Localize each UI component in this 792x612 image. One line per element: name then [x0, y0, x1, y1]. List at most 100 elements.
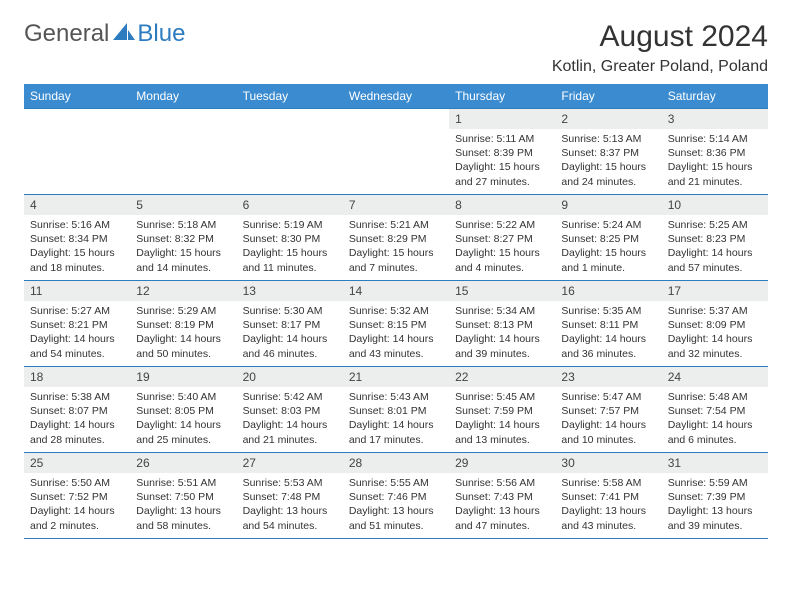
weekday-header: Saturday	[662, 84, 768, 109]
calendar-cell: 21Sunrise: 5:43 AMSunset: 8:01 PMDayligh…	[343, 367, 449, 453]
day-number: 12	[130, 281, 236, 301]
day-number: 6	[237, 195, 343, 215]
calendar-cell: 19Sunrise: 5:40 AMSunset: 8:05 PMDayligh…	[130, 367, 236, 453]
calendar-cell: 5Sunrise: 5:18 AMSunset: 8:32 PMDaylight…	[130, 195, 236, 281]
calendar-cell: 10Sunrise: 5:25 AMSunset: 8:23 PMDayligh…	[662, 195, 768, 281]
day-number: 27	[237, 453, 343, 473]
day-info: Sunrise: 5:51 AMSunset: 7:50 PMDaylight:…	[130, 473, 236, 537]
calendar-cell: 23Sunrise: 5:47 AMSunset: 7:57 PMDayligh…	[555, 367, 661, 453]
calendar-cell: 26Sunrise: 5:51 AMSunset: 7:50 PMDayligh…	[130, 453, 236, 539]
day-info: Sunrise: 5:16 AMSunset: 8:34 PMDaylight:…	[24, 215, 130, 279]
day-number: 8	[449, 195, 555, 215]
day-number: 30	[555, 453, 661, 473]
day-info: Sunrise: 5:48 AMSunset: 7:54 PMDaylight:…	[662, 387, 768, 451]
logo-text-blue: Blue	[137, 20, 185, 48]
calendar-cell: ..	[237, 109, 343, 195]
calendar-cell: 27Sunrise: 5:53 AMSunset: 7:48 PMDayligh…	[237, 453, 343, 539]
logo: General Blue	[24, 20, 185, 48]
day-info: Sunrise: 5:22 AMSunset: 8:27 PMDaylight:…	[449, 215, 555, 279]
day-info: Sunrise: 5:21 AMSunset: 8:29 PMDaylight:…	[343, 215, 449, 279]
day-info: Sunrise: 5:42 AMSunset: 8:03 PMDaylight:…	[237, 387, 343, 451]
day-info: Sunrise: 5:56 AMSunset: 7:43 PMDaylight:…	[449, 473, 555, 537]
calendar-head: SundayMondayTuesdayWednesdayThursdayFrid…	[24, 84, 768, 109]
day-number: 19	[130, 367, 236, 387]
calendar-body: ........1Sunrise: 5:11 AMSunset: 8:39 PM…	[24, 109, 768, 539]
day-info: Sunrise: 5:25 AMSunset: 8:23 PMDaylight:…	[662, 215, 768, 279]
day-number: 25	[24, 453, 130, 473]
calendar-cell: 6Sunrise: 5:19 AMSunset: 8:30 PMDaylight…	[237, 195, 343, 281]
calendar-cell: 31Sunrise: 5:59 AMSunset: 7:39 PMDayligh…	[662, 453, 768, 539]
day-number: 14	[343, 281, 449, 301]
day-number: 9	[555, 195, 661, 215]
day-info: Sunrise: 5:30 AMSunset: 8:17 PMDaylight:…	[237, 301, 343, 365]
calendar-cell: 9Sunrise: 5:24 AMSunset: 8:25 PMDaylight…	[555, 195, 661, 281]
day-info: Sunrise: 5:50 AMSunset: 7:52 PMDaylight:…	[24, 473, 130, 537]
day-number: 5	[130, 195, 236, 215]
day-info: Sunrise: 5:58 AMSunset: 7:41 PMDaylight:…	[555, 473, 661, 537]
day-number: 18	[24, 367, 130, 387]
calendar-cell: 7Sunrise: 5:21 AMSunset: 8:29 PMDaylight…	[343, 195, 449, 281]
day-number: 26	[130, 453, 236, 473]
calendar-cell: 18Sunrise: 5:38 AMSunset: 8:07 PMDayligh…	[24, 367, 130, 453]
day-info: Sunrise: 5:37 AMSunset: 8:09 PMDaylight:…	[662, 301, 768, 365]
month-title: August 2024	[552, 20, 768, 54]
calendar-cell: 24Sunrise: 5:48 AMSunset: 7:54 PMDayligh…	[662, 367, 768, 453]
day-info: Sunrise: 5:19 AMSunset: 8:30 PMDaylight:…	[237, 215, 343, 279]
calendar-cell: 11Sunrise: 5:27 AMSunset: 8:21 PMDayligh…	[24, 281, 130, 367]
day-info: Sunrise: 5:59 AMSunset: 7:39 PMDaylight:…	[662, 473, 768, 537]
header: General Blue August 2024 Kotlin, Greater…	[24, 20, 768, 76]
day-number: 21	[343, 367, 449, 387]
day-info: Sunrise: 5:11 AMSunset: 8:39 PMDaylight:…	[449, 129, 555, 193]
day-number: 31	[662, 453, 768, 473]
day-number: 28	[343, 453, 449, 473]
weekday-header: Monday	[130, 84, 236, 109]
day-info: Sunrise: 5:35 AMSunset: 8:11 PMDaylight:…	[555, 301, 661, 365]
day-info: Sunrise: 5:32 AMSunset: 8:15 PMDaylight:…	[343, 301, 449, 365]
day-info: Sunrise: 5:34 AMSunset: 8:13 PMDaylight:…	[449, 301, 555, 365]
day-number: 29	[449, 453, 555, 473]
day-number: 13	[237, 281, 343, 301]
day-info: Sunrise: 5:14 AMSunset: 8:36 PMDaylight:…	[662, 129, 768, 193]
calendar-cell: 28Sunrise: 5:55 AMSunset: 7:46 PMDayligh…	[343, 453, 449, 539]
day-info: Sunrise: 5:24 AMSunset: 8:25 PMDaylight:…	[555, 215, 661, 279]
calendar-cell: 15Sunrise: 5:34 AMSunset: 8:13 PMDayligh…	[449, 281, 555, 367]
day-number: 22	[449, 367, 555, 387]
calendar-cell: 2Sunrise: 5:13 AMSunset: 8:37 PMDaylight…	[555, 109, 661, 195]
day-number: 1	[449, 109, 555, 129]
calendar-cell: ..	[343, 109, 449, 195]
logo-text-general: General	[24, 20, 109, 48]
day-info: Sunrise: 5:18 AMSunset: 8:32 PMDaylight:…	[130, 215, 236, 279]
day-number: 10	[662, 195, 768, 215]
day-number: 11	[24, 281, 130, 301]
location: Kotlin, Greater Poland, Poland	[552, 58, 768, 76]
calendar-cell: ..	[24, 109, 130, 195]
day-number: 24	[662, 367, 768, 387]
day-number: 20	[237, 367, 343, 387]
day-info: Sunrise: 5:27 AMSunset: 8:21 PMDaylight:…	[24, 301, 130, 365]
day-number: 17	[662, 281, 768, 301]
title-block: August 2024 Kotlin, Greater Poland, Pola…	[552, 20, 768, 76]
calendar-cell: ..	[130, 109, 236, 195]
weekday-header: Friday	[555, 84, 661, 109]
day-number: 15	[449, 281, 555, 301]
day-number: 16	[555, 281, 661, 301]
calendar-cell: 29Sunrise: 5:56 AMSunset: 7:43 PMDayligh…	[449, 453, 555, 539]
weekday-header: Tuesday	[237, 84, 343, 109]
day-number: 7	[343, 195, 449, 215]
day-number: 2	[555, 109, 661, 129]
day-info: Sunrise: 5:55 AMSunset: 7:46 PMDaylight:…	[343, 473, 449, 537]
calendar-cell: 22Sunrise: 5:45 AMSunset: 7:59 PMDayligh…	[449, 367, 555, 453]
day-info: Sunrise: 5:13 AMSunset: 8:37 PMDaylight:…	[555, 129, 661, 193]
day-info: Sunrise: 5:29 AMSunset: 8:19 PMDaylight:…	[130, 301, 236, 365]
calendar-cell: 20Sunrise: 5:42 AMSunset: 8:03 PMDayligh…	[237, 367, 343, 453]
calendar-cell: 8Sunrise: 5:22 AMSunset: 8:27 PMDaylight…	[449, 195, 555, 281]
weekday-header: Thursday	[449, 84, 555, 109]
day-number: 3	[662, 109, 768, 129]
calendar-cell: 16Sunrise: 5:35 AMSunset: 8:11 PMDayligh…	[555, 281, 661, 367]
day-info: Sunrise: 5:40 AMSunset: 8:05 PMDaylight:…	[130, 387, 236, 451]
day-info: Sunrise: 5:47 AMSunset: 7:57 PMDaylight:…	[555, 387, 661, 451]
calendar-table: SundayMondayTuesdayWednesdayThursdayFrid…	[24, 84, 768, 539]
day-number: 4	[24, 195, 130, 215]
day-info: Sunrise: 5:38 AMSunset: 8:07 PMDaylight:…	[24, 387, 130, 451]
calendar-cell: 30Sunrise: 5:58 AMSunset: 7:41 PMDayligh…	[555, 453, 661, 539]
